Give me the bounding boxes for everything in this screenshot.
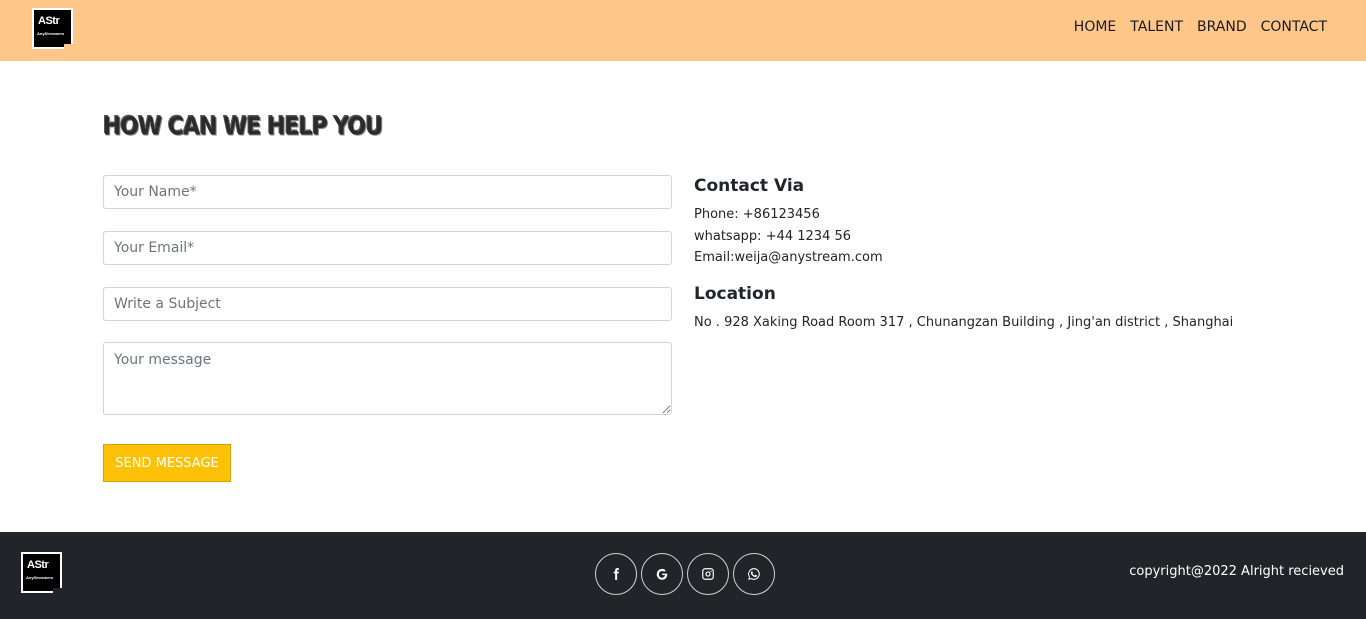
footer-logo-subtext: AnyStreamers — [26, 575, 54, 580]
facebook-link[interactable] — [595, 553, 637, 595]
nav-brand[interactable]: BRAND — [1197, 19, 1247, 35]
footer: AStr AnyStreamers copyright@2022 Alright… — [0, 532, 1366, 619]
instagram-icon — [702, 568, 714, 580]
message-textarea[interactable] — [103, 342, 672, 415]
nav-contact[interactable]: CONTACT — [1261, 19, 1327, 35]
nav-talent[interactable]: TALENT — [1130, 19, 1183, 35]
nav-home[interactable]: HOME — [1074, 19, 1116, 35]
contact-phone: Phone: +86123456 — [694, 207, 820, 222]
footer-logo[interactable]: AStr AnyStreamers — [21, 552, 62, 593]
google-icon — [656, 568, 668, 580]
social-links — [595, 553, 775, 595]
whatsapp-icon — [748, 568, 760, 580]
instagram-link[interactable] — [687, 553, 729, 595]
contact-email: Email:weija@anystream.com — [694, 250, 883, 265]
logo-subtext: AnyStreamers — [37, 31, 65, 36]
navbar: AStr AnyStreamers HOME TALENT BRAND CONT… — [0, 0, 1366, 61]
main-nav: HOME TALENT BRAND CONTACT — [1074, 19, 1327, 35]
subject-input[interactable] — [103, 287, 672, 321]
send-message-button[interactable]: SEND MESSAGE — [103, 444, 231, 482]
contact-via-title: Contact Via — [694, 176, 805, 196]
copyright-text: copyright@2022 Alright recieved — [1129, 564, 1344, 579]
name-input[interactable] — [103, 175, 672, 209]
footer-logo-text: AStr — [27, 559, 49, 571]
google-link[interactable] — [641, 553, 683, 595]
contact-whatsapp: whatsapp: +44 1234 56 — [694, 229, 852, 244]
page-heading: HOW CAN WE HELP YOU — [103, 113, 383, 141]
facebook-icon — [613, 568, 619, 580]
whatsapp-link[interactable] — [733, 553, 775, 595]
logo-text: AStr — [38, 15, 60, 27]
brand-logo[interactable]: AStr AnyStreamers — [32, 8, 73, 49]
email-input[interactable] — [103, 231, 672, 265]
location-title: Location — [694, 284, 776, 304]
location-address: No . 928 Xaking Road Room 317 , Chunangz… — [694, 315, 1234, 330]
